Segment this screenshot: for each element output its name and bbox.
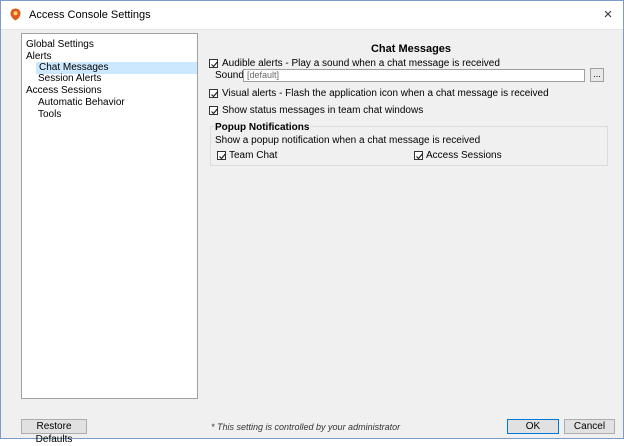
access-sessions-label: Access Sessions [426, 150, 502, 161]
restore-defaults-button[interactable]: Restore Defaults [21, 419, 87, 445]
checkmark-icon [211, 61, 218, 68]
close-icon: × [603, 6, 613, 23]
checkmark-icon [211, 91, 218, 98]
settings-window: Access Console Settings × Global Setting… [0, 0, 624, 445]
close-button[interactable]: × [593, 1, 623, 29]
tree-item-session-alerts[interactable]: Session Alerts [38, 73, 101, 85]
popup-description: Show a popup notification when a chat me… [215, 135, 481, 146]
tree-item-global-settings[interactable]: Global Settings [26, 39, 94, 51]
status-messages-checkbox[interactable] [209, 106, 218, 115]
status-messages-label: Show status messages in team chat window… [222, 105, 424, 116]
tree-item-tools[interactable]: Tools [38, 109, 61, 121]
admin-note: * This setting is controlled by your adm… [211, 422, 401, 432]
panel-title: Chat Messages [370, 43, 452, 55]
sound-field[interactable]: [default] [243, 69, 585, 82]
visual-alerts-checkbox[interactable] [209, 89, 218, 98]
tree-item-automatic-behavior[interactable]: Automatic Behavior [38, 97, 125, 109]
ok-button[interactable]: OK [507, 419, 559, 434]
audible-alerts-checkbox[interactable] [209, 59, 218, 68]
browse-sound-button[interactable]: ... [590, 68, 604, 82]
visual-alerts-label: Visual alerts - Flash the application ic… [222, 88, 549, 99]
popup-notifications-title: Popup Notifications [214, 122, 311, 133]
audible-alerts-label: Audible alerts - Play a sound when a cha… [222, 58, 500, 69]
window-title: Access Console Settings [29, 9, 151, 21]
checkmark-icon [219, 153, 226, 160]
title-bar: Access Console Settings × [1, 1, 623, 30]
checkmark-icon [416, 153, 423, 160]
team-chat-label: Team Chat [229, 150, 278, 161]
settings-tree: Global Settings Alerts Chat Messages Ses… [21, 33, 198, 399]
tree-item-access-sessions[interactable]: Access Sessions [26, 85, 102, 97]
access-sessions-checkbox[interactable] [414, 151, 423, 160]
sound-label: Sound [215, 70, 244, 81]
checkmark-icon [211, 108, 218, 115]
cancel-button[interactable]: Cancel [564, 419, 615, 434]
team-chat-checkbox[interactable] [217, 151, 226, 160]
app-logo-icon [10, 8, 21, 21]
